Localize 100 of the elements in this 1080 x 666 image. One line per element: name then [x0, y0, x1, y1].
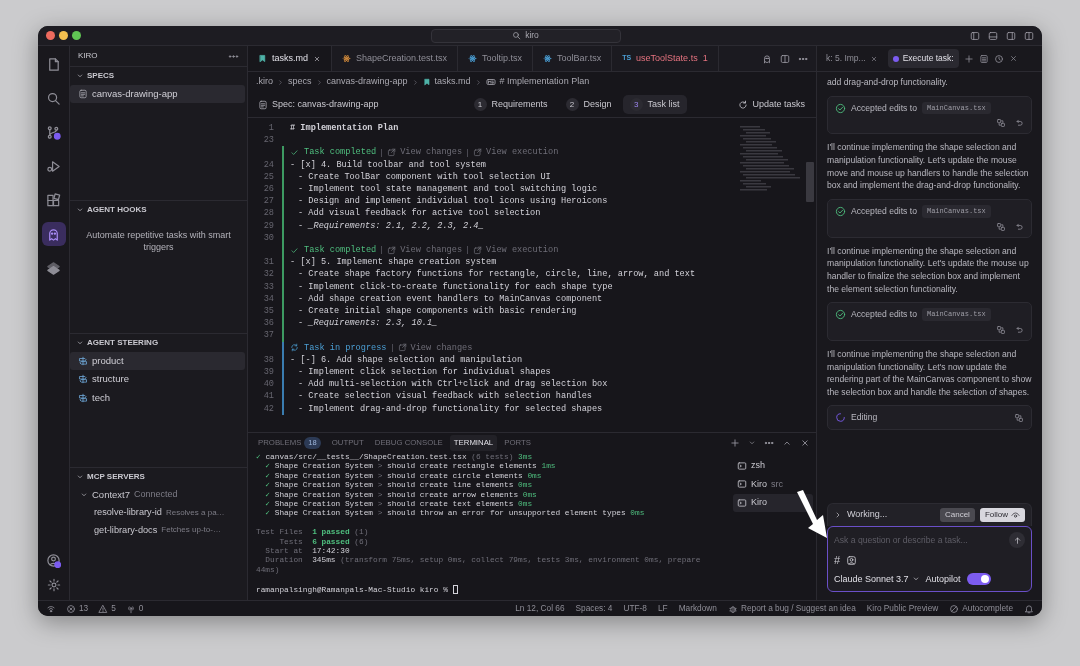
code-line: - Add multi-selection with Ctrl+click and drag selection box: [297, 378, 609, 391]
step-tab[interactable]: 3 Task list: [622, 94, 687, 115]
follow-button[interactable]: Follow: [979, 508, 1025, 522]
section-header[interactable]: AGENT STEERING: [70, 334, 247, 352]
history-icon[interactable]: [993, 53, 1004, 64]
sidebar-item[interactable]: canvas-drawing-app: [70, 85, 245, 104]
section-header[interactable]: SPECS: [70, 67, 247, 85]
chevron-down-icon[interactable]: [80, 490, 88, 499]
plus-icon[interactable]: [730, 438, 740, 448]
status-item[interactable]: Autocomplete: [949, 602, 1013, 615]
sidebar-item[interactable]: structure: [70, 370, 245, 389]
split-editor-icon[interactable]: [780, 53, 790, 64]
send-button[interactable]: [1009, 532, 1025, 548]
clipboard-icon[interactable]: [978, 53, 989, 64]
tool-name[interactable]: resolve-library-id: [94, 505, 162, 520]
sidebar-toggle-icon[interactable]: [970, 30, 980, 41]
code-lens-link[interactable]: View execution: [473, 244, 559, 257]
tool-name[interactable]: get-library-docs: [94, 523, 158, 538]
arrow-up-icon: [1012, 535, 1022, 545]
close-icon[interactable]: [869, 54, 878, 63]
secondary-sidebar-icon[interactable]: [1006, 30, 1016, 41]
update-tasks-button[interactable]: Update tasks: [737, 96, 806, 113]
close-icon[interactable]: [800, 438, 810, 448]
status-item[interactable]: Spaces: 4: [575, 602, 613, 615]
bell-icon[interactable]: [1024, 603, 1034, 614]
chevron-down-icon: [76, 339, 84, 347]
code-lens-link[interactable]: View changes: [397, 341, 473, 354]
status-item[interactable]: LF: [657, 602, 668, 615]
section-header[interactable]: MCP SERVERS: [70, 467, 247, 486]
breadcrumb-item[interactable]: .kiro: [256, 75, 273, 89]
line-number: 25: [262, 170, 275, 183]
line-number: 36: [262, 317, 275, 330]
code-lens-link[interactable]: View changes: [387, 146, 463, 159]
model-dropdown[interactable]: Claude Sonnet 3.7: [834, 572, 920, 586]
activity-bar-item[interactable]: [41, 222, 66, 246]
maximize-window-button[interactable]: [72, 31, 81, 40]
status-item[interactable]: 5: [98, 602, 116, 615]
editor-tab[interactable]: tasks.md: [248, 46, 332, 71]
status-item[interactable]: UTF-8: [623, 602, 647, 615]
undo-icon[interactable]: [1014, 325, 1024, 335]
code-line: - Create ToolBar component with tool selection UI: [297, 170, 552, 183]
step-number: 2: [565, 98, 579, 111]
editor-tab[interactable]: ShapeCreation.test.tsx: [332, 46, 459, 71]
editor-tab[interactable]: ToolBar.tsx: [533, 46, 613, 71]
diff-icon[interactable]: [1014, 412, 1024, 423]
step-tab[interactable]: 1 Requirements: [466, 94, 555, 115]
status-item[interactable]: 13: [66, 602, 89, 615]
status-item[interactable]: Ln 12, Col 66: [515, 602, 565, 615]
breadcrumb-item[interactable]: specs: [288, 75, 312, 89]
code-lens-link[interactable]: View changes: [387, 244, 463, 257]
close-icon[interactable]: [1008, 54, 1018, 63]
close-window-button[interactable]: [46, 31, 55, 40]
line-number: 23: [262, 134, 275, 147]
settings-icon[interactable]: [46, 578, 61, 592]
close-icon[interactable]: [313, 54, 321, 63]
scrollbar-thumb[interactable]: [806, 162, 814, 202]
cancel-button[interactable]: Cancel: [939, 508, 975, 522]
editor-tab[interactable]: Tooltip.tsx: [458, 46, 534, 71]
code-line: - [x] 4. Build toolbar and tool system: [289, 158, 487, 171]
chevron-down-icon[interactable]: [748, 439, 756, 447]
undo-icon[interactable]: [1014, 221, 1024, 232]
status-item[interactable]: 0: [125, 602, 144, 615]
error-icon: [66, 603, 76, 614]
layout-icon[interactable]: [1024, 30, 1034, 41]
task-status: Task in progress: [304, 341, 387, 354]
diff-icon[interactable]: [996, 325, 1006, 335]
sidebar-item[interactable]: tech: [70, 388, 245, 407]
image-icon[interactable]: [846, 554, 858, 566]
remote-icon[interactable]: [46, 603, 56, 614]
spinner-icon: [835, 412, 846, 424]
diff-icon[interactable]: [996, 221, 1006, 232]
panel-toggle-icon[interactable]: [988, 30, 998, 41]
account-icon[interactable]: [46, 553, 61, 568]
context-button[interactable]: #: [834, 552, 841, 569]
bookmark-icon: [422, 78, 431, 86]
autopilot-toggle[interactable]: [966, 573, 991, 586]
diff-icon[interactable]: [996, 118, 1006, 129]
code-lens-link[interactable]: View execution: [473, 146, 559, 159]
chat-tab[interactable]: Execute task:: [887, 49, 959, 68]
terminal-item[interactable]: Kiro: [733, 494, 813, 512]
search-field[interactable]: kiro: [430, 28, 621, 43]
plus-icon[interactable]: [963, 53, 974, 64]
ghost-icon[interactable]: [762, 53, 772, 64]
status-item[interactable]: Report a bug / Suggest an idea: [727, 602, 856, 615]
undo-icon[interactable]: [1014, 118, 1024, 129]
minimize-window-button[interactable]: [59, 31, 68, 40]
chevron-right-icon[interactable]: [834, 511, 842, 519]
code-line: # Implementation Plan: [289, 122, 400, 135]
status-item[interactable]: Kiro Public Preview: [866, 602, 939, 615]
terminal-item[interactable]: Kiro src: [733, 475, 813, 493]
chat-tab[interactable]: k: 5. Imp...: [821, 49, 883, 68]
breadcrumb-item[interactable]: tasks.md: [434, 75, 471, 89]
terminal-item[interactable]: zsh: [733, 457, 813, 475]
edit-status: Accepted edits to: [851, 308, 917, 321]
breadcrumb-item[interactable]: # Implementation Plan: [499, 75, 590, 89]
sidebar-item[interactable]: product: [70, 352, 245, 371]
status-item[interactable]: Markdown: [678, 602, 717, 615]
breadcrumb-item[interactable]: canvas-drawing-app: [326, 75, 408, 89]
step-tab[interactable]: 2 Design: [558, 94, 619, 115]
section-header[interactable]: AGENT HOOKS: [70, 200, 247, 219]
